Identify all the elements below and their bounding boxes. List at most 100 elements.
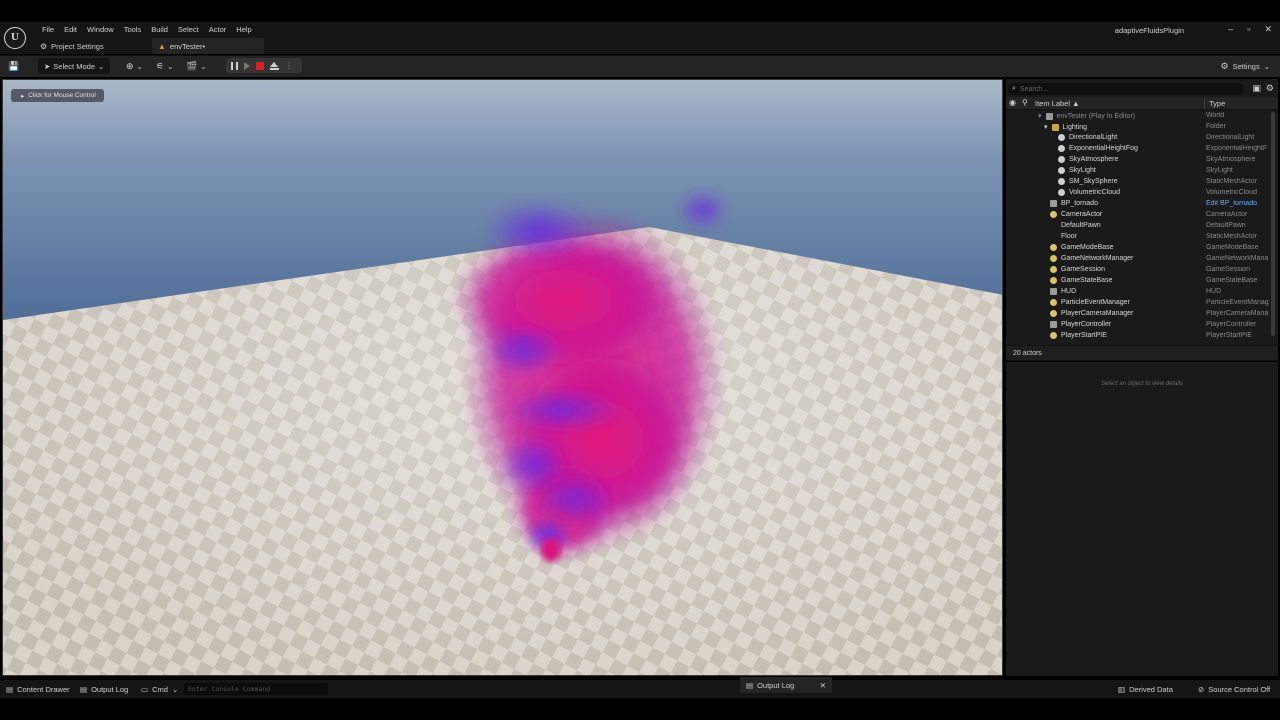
fog-icon <box>1058 145 1065 152</box>
outliner-row[interactable]: SM_SkySphere StaticMeshActor <box>1006 177 1272 188</box>
cmd-dropdown[interactable]: ▭ Cmd ⌄ <box>141 682 178 696</box>
outliner-row[interactable]: SkyLight SkyLight <box>1006 166 1272 177</box>
hud-icon <box>1050 288 1057 295</box>
content-drawer-button[interactable]: ▤ Content Drawer <box>6 682 70 696</box>
outliner-scrollbar[interactable] <box>1271 112 1275 336</box>
outliner-row[interactable]: ▾ Lighting Folder <box>1006 122 1272 133</box>
select-mode-dropdown[interactable]: ➤ Select Mode ⌄ <box>38 58 111 74</box>
tab-envtester[interactable]: ▲ envTester• <box>152 38 264 54</box>
source-control-label: Source Control Off <box>1208 684 1271 694</box>
camera-icon <box>1050 211 1057 218</box>
row-type: GameSession <box>1206 266 1250 273</box>
outliner-row[interactable]: GameStateBase GameStateBase <box>1006 276 1272 287</box>
menu-file[interactable]: File <box>37 23 59 36</box>
outliner-search[interactable]: ⌕ Search... <box>1008 83 1244 95</box>
close-icon[interactable]: ✕ <box>820 681 826 690</box>
visibility-eye-icon[interactable]: ◉ <box>1009 98 1016 107</box>
restore-button[interactable]: ▫ <box>1247 24 1250 35</box>
gear-icon[interactable]: ⚙ <box>1266 83 1274 94</box>
row-name: CameraActor <box>1061 211 1103 218</box>
column-item-label[interactable]: Item Label ▲ <box>1035 99 1080 108</box>
outliner-row[interactable]: ExponentialHeightFog ExponentialHeightF <box>1006 144 1272 155</box>
column-type[interactable]: Type <box>1204 99 1225 110</box>
row-name: GameNetworkManager <box>1061 255 1134 262</box>
outliner-row[interactable]: PlayerController PlayerController <box>1006 320 1272 331</box>
cinematics-button[interactable]: 🎬 ⌄ <box>186 58 207 74</box>
menu-help[interactable]: Help <box>231 23 256 36</box>
outliner-row[interactable]: HUD HUD <box>1006 287 1272 298</box>
outliner-row[interactable]: ▾ envTester (Play In Editor) World <box>1006 111 1272 122</box>
edit-blueprint-link[interactable]: Edit BP_tornado <box>1206 200 1272 207</box>
outliner-row[interactable]: GameNetworkManager GameNetworkMana <box>1006 254 1272 265</box>
details-panel <box>1006 362 1278 676</box>
unreal-logo-icon[interactable]: U <box>4 27 26 49</box>
outliner-row[interactable]: PlayerCameraManager PlayerCameraMana <box>1006 309 1272 320</box>
minimize-button[interactable]: – <box>1228 24 1233 35</box>
static-mesh-icon <box>1058 178 1065 185</box>
menu-actor[interactable]: Actor <box>204 23 232 36</box>
menu-edit[interactable]: Edit <box>59 23 82 36</box>
more-options-icon[interactable]: ⋮ <box>285 61 293 70</box>
outliner-row[interactable]: Floor StaticMeshActor <box>1006 232 1272 243</box>
row-name: SM_SkySphere <box>1069 178 1118 185</box>
blueprint-button[interactable]: ⚟ ⌄ <box>156 58 173 74</box>
row-name: GameSession <box>1061 266 1105 273</box>
add-cube-icon: ⊕ <box>126 60 134 71</box>
row-name: SkyAtmosphere <box>1069 156 1119 163</box>
outliner-row[interactable]: CameraActor CameraActor <box>1006 210 1272 221</box>
output-log-button[interactable]: ▤ Output Log <box>80 682 128 696</box>
pin-icon[interactable]: ⚲ <box>1022 98 1028 107</box>
clapper-icon: 🎬 <box>186 60 198 71</box>
outliner-row[interactable]: GameSession GameSession <box>1006 265 1272 276</box>
source-control-button[interactable]: ⊘ Source Control Off <box>1198 682 1270 696</box>
outliner-row[interactable]: VolumetricCloud VolumetricCloud <box>1006 188 1272 199</box>
menu-build[interactable]: Build <box>146 23 173 36</box>
row-name: ExponentialHeightFog <box>1069 145 1138 152</box>
mouse-control-hint[interactable]: ▸ Click for Mouse Control <box>11 89 104 102</box>
outliner-row[interactable]: GameModeBase GameModeBase <box>1006 243 1272 254</box>
blueprint-actor-icon <box>1050 200 1057 207</box>
row-type: GameModeBase <box>1206 244 1259 251</box>
row-name: GameStateBase <box>1061 277 1113 284</box>
add-actor-button[interactable]: ⊕ ⌄ <box>126 58 143 74</box>
menu-window[interactable]: Window <box>82 23 119 36</box>
cloud-icon <box>1058 189 1065 196</box>
row-type: GameStateBase <box>1206 277 1258 284</box>
gear-icon: ⚙ <box>40 41 48 51</box>
chevron-down-icon: ⌄ <box>167 61 174 71</box>
tab-project-settings[interactable]: ⚙ Project Settings <box>34 38 110 54</box>
output-log-tab-label: Output Log <box>757 680 795 690</box>
row-type: PlayerStartPIE <box>1206 332 1252 339</box>
level-viewport[interactable]: ▸ Click for Mouse Control <box>2 79 1003 676</box>
gear-icon: ⚙ <box>1220 60 1229 71</box>
outliner-row[interactable]: PlayerStartPIE PlayerStartPIE <box>1006 331 1272 342</box>
row-type: World <box>1206 112 1225 119</box>
world-icon <box>1045 112 1053 120</box>
outliner-row[interactable]: SkyAtmosphere SkyAtmosphere <box>1006 155 1272 166</box>
save-icon[interactable]: 💾 <box>8 58 19 74</box>
folder-icon <box>1051 123 1059 131</box>
outliner-row[interactable]: ParticleEventManager ParticleEventManag <box>1006 298 1272 309</box>
stop-icon[interactable] <box>256 61 264 70</box>
outliner-row[interactable]: BP_tornado Edit BP_tornado <box>1006 199 1272 210</box>
expand-arrow-icon[interactable]: ▾ <box>1038 112 1042 120</box>
derived-data-button[interactable]: ▥ Derived Data <box>1118 682 1173 696</box>
menu-select[interactable]: Select <box>173 23 204 36</box>
close-window-button[interactable]: ✕ <box>1264 24 1272 35</box>
outliner-row[interactable]: DirectionalLight DirectionalLight <box>1006 133 1272 144</box>
row-type: HUD <box>1206 288 1222 295</box>
expand-arrow-icon[interactable]: ▾ <box>1044 123 1048 131</box>
output-log-tab[interactable]: ▤ Output Log ✕ <box>740 677 832 693</box>
eject-icon[interactable] <box>270 61 279 70</box>
menu-tools[interactable]: Tools <box>119 23 147 36</box>
step-icon[interactable] <box>244 61 250 70</box>
outliner-row[interactable]: DefaultPawn DefaultPawn <box>1006 221 1272 232</box>
add-folder-icon[interactable]: ▣ <box>1252 83 1261 94</box>
drawer-icon: ▤ <box>6 684 14 694</box>
pause-icon[interactable] <box>231 61 238 70</box>
console-input[interactable]: Enter Console Command <box>184 683 328 695</box>
row-name: ParticleEventManager <box>1061 299 1130 306</box>
settings-button[interactable]: ⚙ Settings ⌄ <box>1221 58 1270 74</box>
cmd-label: Cmd <box>152 684 168 694</box>
window-controls: – ▫ ✕ <box>1228 24 1272 35</box>
